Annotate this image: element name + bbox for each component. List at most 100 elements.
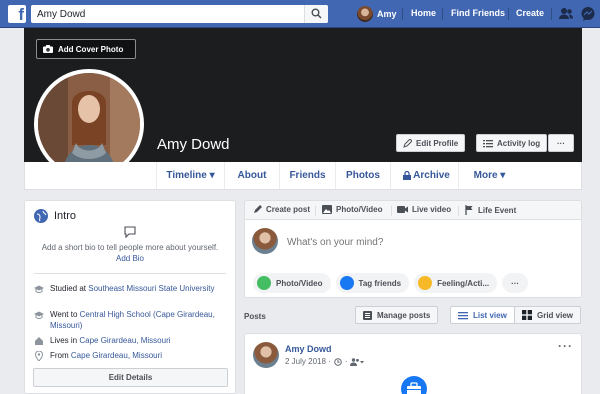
photo-video-button[interactable]: Photo/Video xyxy=(253,273,331,293)
search-icon xyxy=(311,8,322,19)
from-prefix: From xyxy=(50,351,71,360)
tag-friends-icon xyxy=(339,276,354,290)
manage-posts-button[interactable]: Manage posts xyxy=(355,306,439,324)
profile-tab-bar: Timeline ▾ About Friends Photos Archive … xyxy=(24,162,582,190)
photo-icon xyxy=(257,276,271,290)
nav-profile-link[interactable]: Amy xyxy=(357,6,397,22)
search-button[interactable] xyxy=(304,5,328,23)
activity-log-label: Activity log xyxy=(497,138,541,148)
more-options-button[interactable]: ··· xyxy=(548,134,574,152)
profile-photo-illustration xyxy=(38,73,140,175)
composer-actions: Photo/Video Tag friends Feeling/Acti... … xyxy=(253,273,529,293)
highschool-prefix: Went to xyxy=(50,310,80,319)
tab-friends[interactable]: Friends xyxy=(279,162,335,189)
grid-view-button[interactable]: Grid view xyxy=(514,306,582,324)
edit-profile-label: Edit Profile xyxy=(416,138,459,148)
intro-lives-text: Lives in Cape Girardeau, Missouri xyxy=(50,335,171,346)
graduation-cap-icon xyxy=(34,311,44,320)
life-event-label: Life Event xyxy=(478,205,517,215)
photo-video-tab[interactable]: Photo/Video xyxy=(322,205,383,214)
divider xyxy=(391,206,392,216)
nav-home-link[interactable]: Home xyxy=(411,8,436,18)
add-bio-link[interactable]: Add Bio xyxy=(25,254,235,263)
intro-education-row: Studied at Southeast Missouri State Univ… xyxy=(34,283,229,294)
tab-archive[interactable]: Archive xyxy=(390,162,458,189)
status-input[interactable] xyxy=(287,237,487,248)
intro-highschool-text: Went to Central High School (Cape Girard… xyxy=(50,309,229,331)
meta-separator: · xyxy=(344,357,348,366)
bio-prompt: Add a short bio to tell people more abou… xyxy=(41,243,219,252)
lock-icon xyxy=(403,171,411,180)
intro-title: Intro xyxy=(54,210,77,222)
top-navigation-bar: f Amy Home Find Friends Create xyxy=(0,0,600,28)
grid-view-label: Grid view xyxy=(537,310,574,320)
intro-header: Intro xyxy=(34,209,76,223)
post-card: Amy Dowd 2 July 2018 · · ··· xyxy=(244,333,582,394)
school-link[interactable]: Southeast Missouri State University xyxy=(88,284,214,293)
create-post-tab[interactable]: Create post xyxy=(253,205,310,214)
profile-name[interactable]: Amy Dowd xyxy=(157,136,230,153)
tag-friends-button[interactable]: Tag friends xyxy=(335,273,410,293)
graduation-cap-icon xyxy=(34,285,44,294)
video-camera-icon xyxy=(397,206,408,213)
location-pin-icon xyxy=(34,351,44,361)
feeling-activity-button[interactable]: Feeling/Acti... xyxy=(414,273,498,293)
pencil-icon xyxy=(254,205,262,213)
divider xyxy=(458,206,459,216)
activity-log-button[interactable]: Activity log xyxy=(476,134,548,152)
list-view-button[interactable]: List view xyxy=(450,306,515,324)
nav-divider xyxy=(402,8,403,20)
composer-tab-bar: Create post Photo/Video Live video Life … xyxy=(245,201,581,220)
search-input[interactable] xyxy=(31,5,301,23)
speech-bubble-icon xyxy=(124,226,136,239)
tab-more[interactable]: More ▾ xyxy=(458,162,520,189)
edit-details-button[interactable]: Edit Details xyxy=(33,368,228,387)
add-cover-photo-button[interactable]: Add Cover Photo xyxy=(36,39,136,59)
photo-video-action-label: Photo/Video xyxy=(276,278,323,288)
more-dots-icon: ··· xyxy=(557,138,565,148)
list-icon xyxy=(483,139,493,147)
smiley-icon xyxy=(418,276,433,290)
create-post-label: Create post xyxy=(266,205,311,214)
friend-requests-icon[interactable] xyxy=(558,6,574,22)
post-author-link[interactable]: Amy Dowd xyxy=(285,344,332,354)
nav-find-friends-link[interactable]: Find Friends xyxy=(451,8,505,18)
post-meta: 2 July 2018 · · xyxy=(285,357,365,366)
friends-audience-icon[interactable] xyxy=(350,357,365,366)
profile-header: Add Cover Photo Amy Dowd Edit Profile Ac… xyxy=(24,28,582,190)
avatar xyxy=(252,228,278,254)
edit-profile-button[interactable]: Edit Profile xyxy=(396,134,466,152)
more-actions-button[interactable]: ··· xyxy=(502,273,529,293)
facebook-logo[interactable]: f xyxy=(8,5,26,23)
intro-lives-row: Lives in Cape Girardeau, Missouri xyxy=(34,335,229,346)
divider xyxy=(315,206,316,216)
post-date[interactable]: 2 July 2018 · xyxy=(285,357,331,366)
profile-photo xyxy=(38,73,140,175)
posts-heading: Posts xyxy=(244,312,266,321)
education-prefix: Studied at xyxy=(50,284,89,293)
avatar xyxy=(357,6,373,22)
manage-posts-label: Manage posts xyxy=(377,310,431,320)
globe-icon xyxy=(34,209,48,223)
tab-timeline[interactable]: Timeline ▾ xyxy=(156,162,224,189)
home-icon xyxy=(35,337,43,345)
nav-create-link[interactable]: Create xyxy=(516,8,544,18)
nav-divider xyxy=(442,8,443,20)
current-city-link[interactable]: Cape Girardeau, Missouri xyxy=(79,336,170,345)
intro-from-row: From Cape Girardeau, Missouri xyxy=(34,350,229,361)
photo-icon xyxy=(322,205,332,214)
avatar[interactable] xyxy=(253,342,279,368)
messenger-icon[interactable] xyxy=(580,6,596,22)
life-event-tab[interactable]: Life Event xyxy=(465,205,516,215)
nav-divider xyxy=(508,8,509,20)
tab-photos[interactable]: Photos xyxy=(335,162,390,189)
hometown-link[interactable]: Cape Girardeau, Missouri xyxy=(71,351,162,360)
nav-divider xyxy=(551,8,552,20)
pencil-icon xyxy=(403,138,412,148)
live-video-tab[interactable]: Live video xyxy=(397,205,451,214)
tab-about[interactable]: About xyxy=(224,162,279,189)
settings-sliders-icon xyxy=(363,310,372,320)
briefcase-icon xyxy=(401,376,427,394)
post-options-button[interactable]: ··· xyxy=(558,339,573,353)
intro-education-text: Studied at Southeast Missouri State Univ… xyxy=(50,283,215,294)
